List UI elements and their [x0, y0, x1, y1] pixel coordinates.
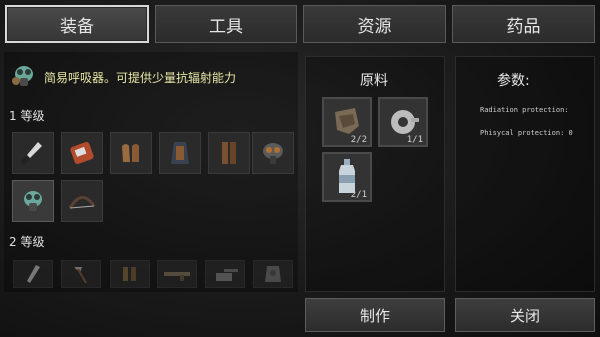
close-label: 关闭 [509, 306, 540, 325]
level-1-label: 1 等级 [9, 109, 45, 123]
knife-icon [20, 142, 42, 165]
respirator-slot[interactable] [12, 180, 54, 222]
level-2-label: 2 等级 [9, 235, 45, 249]
respirator-icon [24, 191, 42, 211]
parameters-panel [455, 56, 595, 292]
tab-resources[interactable]: 资源 [303, 5, 446, 43]
material-count: 1/1 [406, 135, 423, 145]
tab-label: 装备 [60, 16, 94, 37]
craft-label: 制作 [359, 306, 390, 325]
backpack-icon [70, 141, 94, 165]
bow-icon [68, 196, 96, 209]
material-bottle[interactable]: 2/1 [322, 152, 372, 202]
tab-label: 药品 [506, 16, 541, 37]
leg-armor-slot[interactable] [208, 132, 250, 174]
rifle-slot[interactable] [157, 260, 197, 288]
gas-mask-icon [10, 61, 38, 93]
vest-icon [171, 142, 189, 164]
turret-icon [216, 269, 238, 281]
turret-slot[interactable] [205, 260, 245, 288]
gas-mask-icon [263, 143, 283, 164]
parameters-title: 参数: [497, 73, 530, 89]
close-button[interactable]: 关闭 [455, 298, 595, 332]
materials-title: 原料 [360, 73, 388, 89]
gloves-icon [122, 144, 139, 162]
craft-button[interactable]: 制作 [305, 298, 445, 332]
boots-icon [123, 267, 136, 281]
param-radiation: Radiation protection: [480, 106, 569, 114]
material-count: 2/1 [350, 190, 367, 200]
tab-medicine[interactable]: 药品 [452, 5, 595, 43]
material-tape[interactable]: 1/1 [378, 97, 428, 147]
tab-tools[interactable]: 工具 [155, 5, 297, 43]
material-cloth[interactable]: 2/2 [322, 97, 372, 147]
boots-slot[interactable] [110, 260, 150, 288]
blade-icon [27, 265, 40, 283]
knife-slot[interactable] [12, 132, 54, 174]
backpack-slot[interactable] [61, 132, 103, 174]
tab-label: 工具 [209, 16, 243, 37]
armor-slot[interactable] [253, 260, 293, 288]
material-count: 2/2 [350, 135, 367, 145]
armor-icon [265, 266, 281, 282]
tab-label: 资源 [357, 16, 392, 37]
bow-slot[interactable] [61, 180, 103, 222]
gloves-slot[interactable] [110, 132, 152, 174]
param-physical: Phisycal protection: 0 [480, 129, 573, 137]
item-description-text: 简易呼吸器。可提供少量抗辐射能力 [44, 70, 237, 85]
item-description: 简易呼吸器。可提供少量抗辐射能力 [10, 62, 236, 92]
leg-armor-icon [222, 142, 236, 164]
vest-slot[interactable] [159, 132, 201, 174]
blade-slot[interactable] [13, 260, 53, 288]
gas-mask-slot[interactable] [252, 132, 294, 174]
tab-equipment[interactable]: 装备 [5, 5, 149, 43]
axe-slot[interactable] [61, 260, 101, 288]
axe-icon [74, 267, 87, 284]
rifle-icon [164, 272, 190, 281]
